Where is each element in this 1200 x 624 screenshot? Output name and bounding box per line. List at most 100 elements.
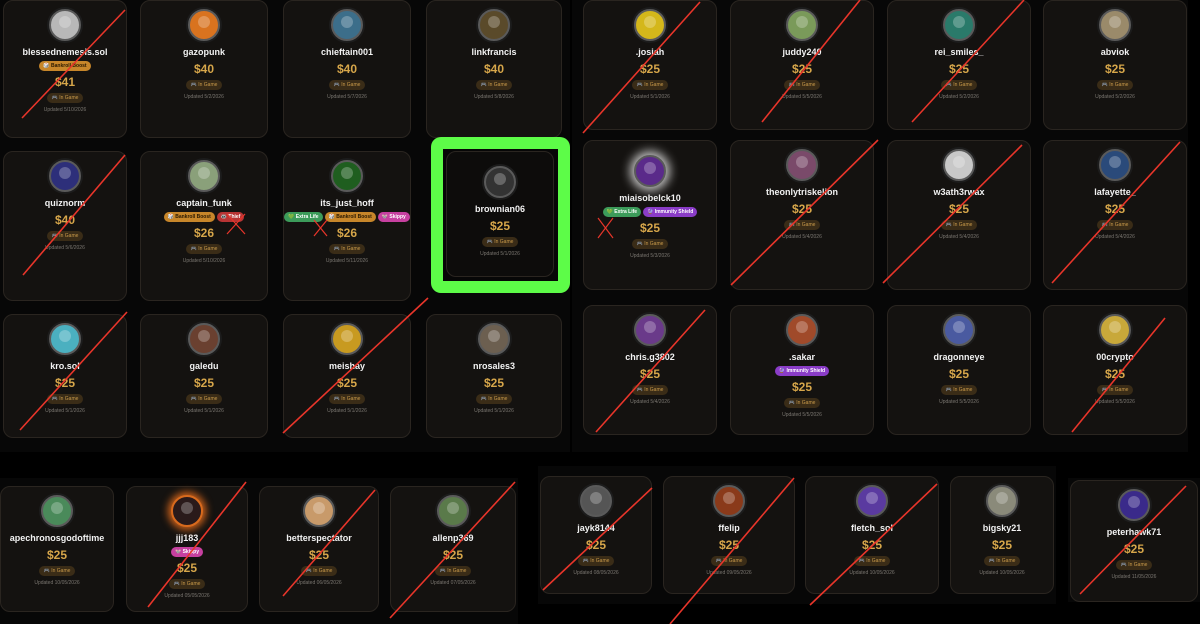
- status-badge: 🎮 In Game: [631, 80, 669, 90]
- player-username: its_just_hoff: [320, 198, 374, 208]
- player-username: gazopunk: [183, 47, 225, 57]
- status-badge: 🎮 In Game: [1115, 560, 1153, 570]
- player-username: chieftain001: [320, 47, 374, 57]
- player-username: .josiah: [635, 47, 665, 57]
- updated-timestamp: Updated 09/05/2026: [706, 570, 752, 576]
- player-avatar: [634, 314, 666, 346]
- player-avatar: [786, 149, 818, 181]
- updated-timestamp: Updated 5/2/2026: [1095, 94, 1135, 100]
- player-avatar: [1099, 149, 1131, 181]
- player-username: w3ath3rwax: [933, 187, 985, 197]
- status-badge: 🎮 In Game: [46, 394, 84, 404]
- player-username: linkfrancis: [471, 47, 517, 57]
- badge-row: 🎲 Bankroll Boost: [39, 61, 91, 71]
- updated-timestamp: Updated 5/2/2026: [939, 94, 979, 100]
- player-card[interactable]: abviok $25 🎮 In Game Updated 5/2/2026: [1043, 0, 1187, 130]
- player-username: bigsky21: [982, 523, 1022, 533]
- status-badge: 🎮 In Game: [1096, 80, 1134, 90]
- player-card[interactable]: peterhawk71 $25 🎮 In Game Updated 11/05/202…: [1070, 480, 1198, 602]
- status-badge: 🎮 In Game: [46, 93, 84, 103]
- updated-timestamp: Updated 5/7/2026: [327, 94, 367, 100]
- status-badge: 🎮 In Game: [328, 244, 366, 254]
- player-card[interactable]: blessednemesis.sol 🎲 Bankroll Boost $41 🎮 I…: [3, 0, 127, 138]
- player-username: meishay: [328, 361, 366, 371]
- player-card[interactable]: miaisobelck10 💚 Extra Life 🔮 Immunity Shie…: [583, 140, 717, 290]
- player-card[interactable]: rei_smiles_ $25 🎮 In Game Updated 5/2/2026: [887, 0, 1031, 130]
- player-avatar: [188, 160, 220, 192]
- updated-timestamp: Updated 5/1/2026: [327, 408, 367, 414]
- player-card[interactable]: dragonneye $25 🎮 In Game Updated 5/5/2026: [887, 305, 1031, 435]
- player-avatar: [786, 314, 818, 346]
- player-card[interactable]: chris.g3802 $25 🎮 In Game Updated 5/4/2026: [583, 305, 717, 435]
- player-card[interactable]: linkfrancis $40 🎮 In Game Updated 5/8/2026: [426, 0, 562, 138]
- player-price: $25: [948, 367, 970, 381]
- updated-timestamp: Updated 05/05/2026: [164, 593, 210, 599]
- player-card[interactable]: juddy240 $25 🎮 In Game Updated 5/5/2026: [730, 0, 874, 130]
- updated-timestamp: Updated 06/05/2026: [296, 580, 342, 586]
- player-card[interactable]: nrosales3 $25 🎮 In Game Updated 5/1/2026: [426, 314, 562, 438]
- updated-timestamp: Updated 5/6/2026: [45, 245, 85, 251]
- player-card[interactable]: theonlytriskelion $25 🎮 In Game Updated 5/4…: [730, 140, 874, 290]
- player-price: $25: [193, 376, 215, 390]
- player-card[interactable]: brownian06 $25 🎮 In Game Updated 5/1/2026: [446, 151, 554, 277]
- updated-timestamp: Updated 5/1/2026: [480, 251, 520, 257]
- player-price: $25: [308, 548, 330, 562]
- player-card[interactable]: chieftain001 $40 🎮 In Game Updated 5/7/2026: [283, 0, 411, 138]
- player-avatar: [634, 9, 666, 41]
- player-card[interactable]: its_just_hoff 💚 Extra Life 🎲 Bankroll Boos…: [283, 151, 411, 301]
- badge-skippy: 🐭 Skippy: [170, 547, 203, 557]
- player-price: $25: [791, 62, 813, 76]
- player-card[interactable]: fletch_sol $25 🎮 In Game Updated 10/05/2026: [805, 476, 939, 594]
- updated-timestamp: Updated 10/05/2026: [979, 570, 1025, 576]
- player-card[interactable]: w3ath3rwax $25 🎮 In Game Updated 5/4/2026: [887, 140, 1031, 290]
- player-card[interactable]: bigsky21 $25 🎮 In Game Updated 10/05/2026: [950, 476, 1054, 594]
- player-avatar: [1099, 314, 1131, 346]
- status-badge: 🎮 In Game: [38, 566, 76, 576]
- player-username: abviok: [1100, 47, 1130, 57]
- player-card[interactable]: .josiah $25 🎮 In Game Updated 5/1/2026: [583, 0, 717, 130]
- status-badge: 🎮 In Game: [631, 239, 669, 249]
- player-price: $25: [483, 376, 505, 390]
- player-card[interactable]: apechronosgodoftime $25 🎮 In Game Updated 1…: [0, 486, 114, 612]
- player-card[interactable]: jjj183 🐭 Skippy $25 🎮 In Game Updated 05/05/…: [126, 486, 248, 612]
- updated-timestamp: Updated 5/5/2026: [782, 412, 822, 418]
- player-card[interactable]: quiznorm $40 🎮 In Game Updated 5/6/2026: [3, 151, 127, 301]
- status-badge: 🎮 In Game: [46, 231, 84, 241]
- player-avatar: [1118, 489, 1150, 521]
- player-card[interactable]: meishay $25 🎮 In Game Updated 5/1/2026: [283, 314, 411, 438]
- updated-timestamp: Updated 11/05/2026: [1111, 574, 1157, 580]
- player-card[interactable]: jayk8144 $25 🎮 In Game Updated 08/05/2026: [540, 476, 652, 594]
- player-price: $25: [718, 538, 740, 552]
- player-card[interactable]: betterspectator $25 🎮 In Game Updated 06/05…: [259, 486, 379, 612]
- player-username: allenp369: [432, 533, 474, 543]
- player-card[interactable]: ffelip $25 🎮 In Game Updated 09/05/2026: [663, 476, 795, 594]
- status-badge: 🎮 In Game: [577, 556, 615, 566]
- badge-bankroll: 🎲 Bankroll Boost: [324, 212, 376, 222]
- status-badge: 🎮 In Game: [783, 398, 821, 408]
- player-price: $25: [991, 538, 1013, 552]
- player-card[interactable]: captain_funk 🎲 Bankroll Boost 🦝 Thief $26 🎮 …: [140, 151, 268, 301]
- updated-timestamp: Updated 5/4/2026: [939, 234, 979, 240]
- player-card[interactable]: 00crypto $25 🎮 In Game Updated 5/5/2026: [1043, 305, 1187, 435]
- player-price: $25: [489, 219, 511, 233]
- player-username: rei_smiles_: [934, 47, 984, 57]
- player-username: peterhawk71: [1106, 527, 1162, 537]
- status-badge: 🎮 In Game: [300, 566, 338, 576]
- player-price: $25: [1123, 542, 1145, 556]
- status-badge: 🎮 In Game: [940, 220, 978, 230]
- player-avatar: [943, 149, 975, 181]
- status-badge: 🎮 In Game: [853, 556, 891, 566]
- player-avatar: [484, 166, 516, 198]
- player-card[interactable]: .sakar 🔮 Immunity Shield $25 🎮 In Game Updat…: [730, 305, 874, 435]
- player-price: $25: [861, 538, 883, 552]
- player-avatar: [943, 9, 975, 41]
- player-card[interactable]: kro.sol $25 🎮 In Game Updated 5/1/2026: [3, 314, 127, 438]
- player-avatar: [478, 9, 510, 41]
- updated-timestamp: Updated 5/5/2026: [1095, 399, 1135, 405]
- player-card[interactable]: allenp369 $25 🎮 In Game Updated 07/05/2026: [390, 486, 516, 612]
- player-card[interactable]: lafayette_ $25 🎮 In Game Updated 5/4/2026: [1043, 140, 1187, 290]
- status-badge: 🎮 In Game: [185, 244, 223, 254]
- player-price: $40: [336, 62, 358, 76]
- player-card[interactable]: gazopunk $40 🎮 In Game Updated 5/2/2026: [140, 0, 268, 138]
- player-card[interactable]: galedu $25 🎮 In Game Updated 5/1/2026: [140, 314, 268, 438]
